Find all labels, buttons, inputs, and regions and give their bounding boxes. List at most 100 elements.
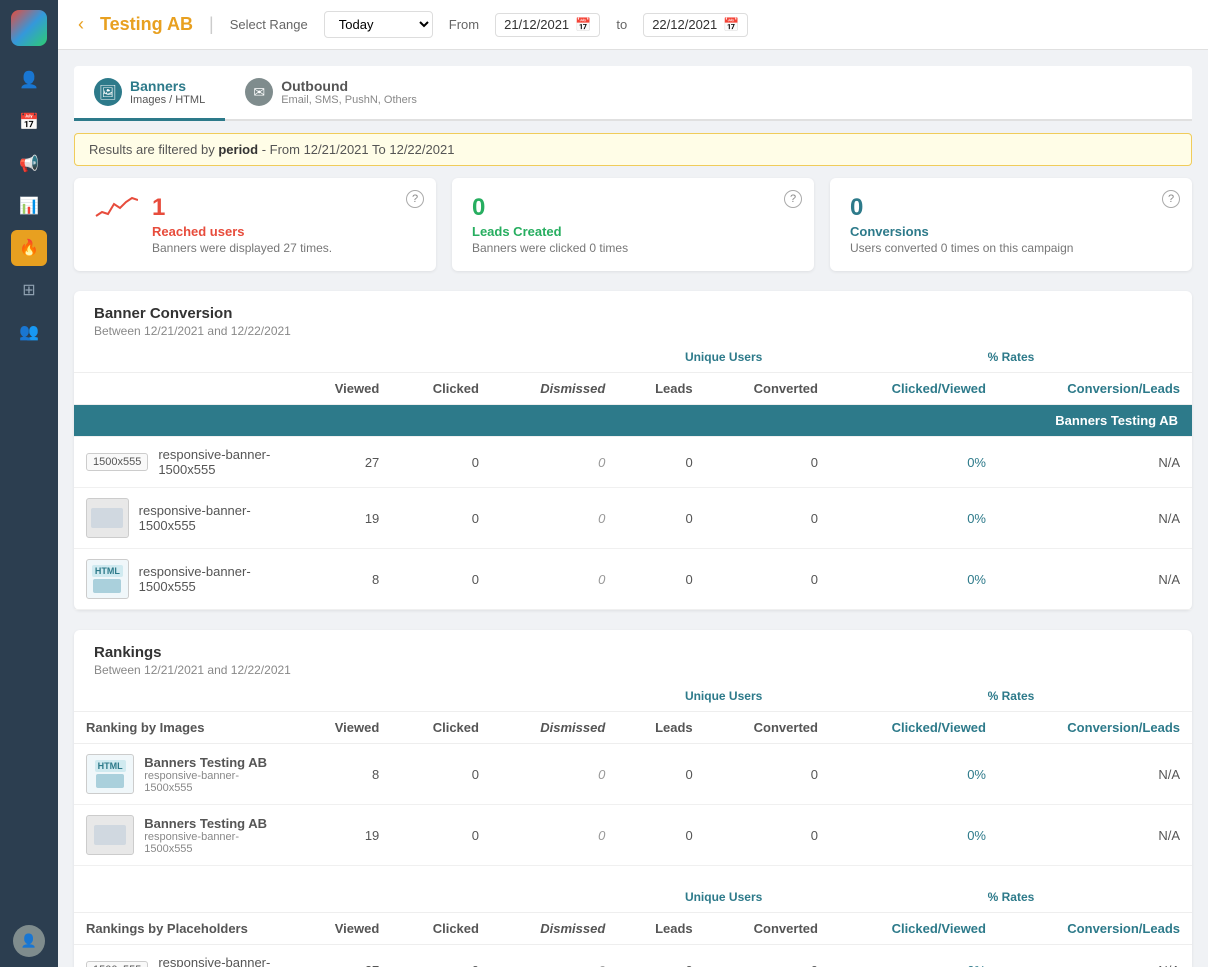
conversions-value: 0 (850, 194, 1073, 222)
table-row: HTML responsive-banner-1500x555 8 0 0 0 (74, 549, 1192, 610)
rankings-col-group-row: Unique Users % Rates (74, 681, 1192, 712)
placeholder-empty-group (74, 882, 617, 913)
th-leads: Leads (617, 373, 704, 405)
filter-text-after: - From 12/21/2021 To 12/22/2021 (258, 142, 454, 157)
r-converted-1: 0 (705, 805, 830, 866)
conversions-help-icon[interactable]: ? (1162, 190, 1180, 208)
ph-th-viewed: Viewed (294, 913, 391, 945)
ph-name-0: responsive-banner-1500x555 (158, 955, 282, 967)
unique-users-group: Unique Users (617, 342, 830, 373)
ph-viewed-0: 27 (294, 945, 391, 967)
r-viewed-0: 8 (294, 744, 391, 805)
tab-banners[interactable]: 🖼 Banners Images / HTML (74, 66, 225, 121)
sidebar-item-people[interactable]: 👥 (11, 314, 47, 350)
stat-reached-users: 1 Reached users Banners were displayed 2… (74, 178, 436, 271)
th-viewed: Viewed (294, 373, 391, 405)
stat-conversions: 0 Conversions Users converted 0 times on… (830, 178, 1192, 271)
leads-value: 0 (472, 194, 628, 222)
clicked-viewed-0: 0% (830, 437, 998, 488)
size-badge-0: 1500x555 (86, 453, 148, 471)
table-row: Banners Testing AB responsive-banner-150… (74, 805, 1192, 866)
banner-name-0: responsive-banner-1500x555 (158, 447, 282, 477)
sidebar-item-users[interactable]: 👤 (11, 62, 47, 98)
leads-1: 0 (617, 488, 704, 549)
ranking-th-clicked: Clicked (391, 712, 491, 744)
ranking-img-cell-0: HTML Banners Testing AB responsive-banne… (74, 744, 294, 805)
conversion-leads-0: N/A (998, 437, 1192, 488)
r-conversion-leads-0: N/A (998, 744, 1192, 805)
rankings-subtitle: Between 12/21/2021 and 12/22/2021 (94, 663, 1172, 677)
filter-bold: period (218, 142, 258, 157)
banner-thumb-2: HTML (86, 559, 129, 599)
header-divider: | (209, 14, 214, 35)
sidebar-item-chart[interactable]: 📊 (11, 188, 47, 224)
main-area: ‹ Testing AB | Select Range Today Yester… (58, 0, 1208, 967)
sidebar-item-analytics[interactable]: 🔥 (11, 230, 47, 266)
back-button[interactable]: ‹ (78, 14, 84, 35)
table-row: 1500x555 responsive-banner-1500x555 27 0… (74, 945, 1192, 967)
group-header: Banners Testing AB (74, 405, 1192, 437)
to-date-value: 22/12/2021 (652, 17, 717, 32)
converted-0: 0 (705, 437, 830, 488)
ranking-thumb-0: HTML (86, 754, 134, 794)
viewed-1: 19 (294, 488, 391, 549)
select-range-label: Select Range (230, 17, 308, 32)
table-row: 1500x555 responsive-banner-1500x555 27 0… (74, 437, 1192, 488)
content-area: 🖼 Banners Images / HTML ✉ Outbound Email… (58, 50, 1208, 967)
rankings-section: Rankings Between 12/21/2021 and 12/22/20… (74, 630, 1192, 967)
from-date-input[interactable]: 21/12/2021 📅 (495, 13, 600, 37)
r-clicked-viewed-1: 0% (830, 805, 998, 866)
banner-conversion-subtitle: Between 12/21/2021 and 12/22/2021 (94, 324, 1172, 338)
banner-name-1: responsive-banner-1500x555 (139, 503, 282, 533)
viewed-0: 27 (294, 437, 391, 488)
ph-th-converted: Converted (705, 913, 830, 945)
th-clicked-viewed: Clicked/Viewed (830, 373, 998, 405)
ph-clicked-0: 0 (391, 945, 491, 967)
ranking-campaign-1: Banners Testing AB (144, 816, 282, 831)
sidebar-item-grid[interactable]: ⊞ (11, 272, 47, 308)
user-avatar[interactable]: 👤 (13, 925, 45, 957)
converted-1: 0 (705, 488, 830, 549)
ph-dismissed-0: 0 (491, 945, 617, 967)
leads-desc: Banners were clicked 0 times (472, 241, 628, 255)
clicked-viewed-2: 0% (830, 549, 998, 610)
ranking-empty-group (74, 681, 617, 712)
rankings-col-header: Ranking by Images Viewed Clicked Dismiss… (74, 712, 1192, 744)
clicked-viewed-1: 0% (830, 488, 998, 549)
ph-leads-0: 0 (617, 945, 704, 967)
ph-clicked-viewed-0: 0% (830, 945, 998, 967)
banner-conversion-section: Banner Conversion Between 12/21/2021 and… (74, 291, 1192, 610)
dismissed-1: 0 (491, 488, 617, 549)
from-label: From (449, 17, 479, 32)
filter-notice: Results are filtered by period - From 12… (74, 133, 1192, 166)
th-dismissed: Dismissed (491, 373, 617, 405)
conversions-desc: Users converted 0 times on this campaign (850, 241, 1073, 255)
group-name: Banners Testing AB (74, 405, 1192, 437)
sidebar-item-campaigns[interactable]: 📢 (11, 146, 47, 182)
ranking-th-leads: Leads (617, 712, 704, 744)
outbound-tab-title: Outbound (281, 78, 417, 94)
ph-th-clicked-viewed: Clicked/Viewed (830, 913, 998, 945)
dismissed-0: 0 (491, 437, 617, 488)
r-clicked-1: 0 (391, 805, 491, 866)
th-converted: Converted (705, 373, 830, 405)
ranking-thumb-1 (86, 815, 134, 855)
outbound-tab-subtitle: Email, SMS, PushN, Others (281, 94, 417, 106)
placeholder-unique-users-group: Unique Users (617, 882, 830, 913)
tabs-container: 🖼 Banners Images / HTML ✉ Outbound Email… (74, 66, 1192, 121)
reached-value: 1 (152, 194, 332, 222)
ranking-th-clicked-viewed: Clicked/Viewed (830, 712, 998, 744)
reached-help-icon[interactable]: ? (406, 190, 424, 208)
empty-col-group (74, 342, 617, 373)
viewed-2: 8 (294, 549, 391, 610)
sidebar-item-calendar[interactable]: 📅 (11, 104, 47, 140)
leads-help-icon[interactable]: ? (784, 190, 802, 208)
range-dropdown[interactable]: Today Yesterday Last 7 days Custom (324, 11, 433, 38)
ranking-name-0: responsive-banner-1500x555 (144, 770, 282, 794)
clicked-1: 0 (391, 488, 491, 549)
tab-outbound[interactable]: ✉ Outbound Email, SMS, PushN, Others (225, 66, 437, 121)
to-calendar-icon: 📅 (723, 17, 739, 33)
to-date-input[interactable]: 22/12/2021 📅 (643, 13, 748, 37)
rankings-by-placeholders-table: Unique Users % Rates Rankings by Placeho… (74, 882, 1192, 967)
r-conversion-leads-1: N/A (998, 805, 1192, 866)
